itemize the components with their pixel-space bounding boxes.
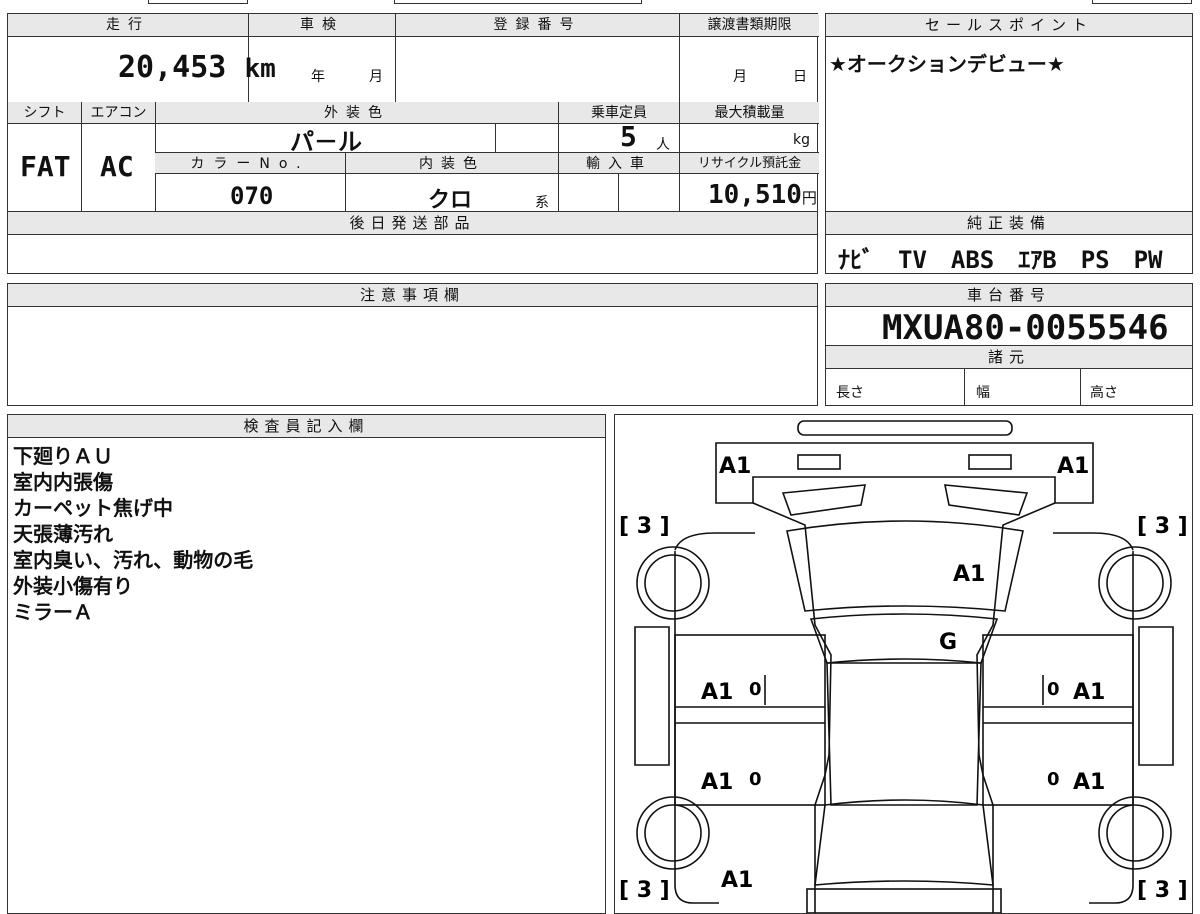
label-front-right: A1 xyxy=(1057,454,1089,479)
transfer-day: 日 xyxy=(793,69,807,85)
inspector-note: 室内臭い、汚れ、動物の毛 xyxy=(13,548,254,572)
label-door-fr-mark: 0 xyxy=(1047,679,1060,700)
label-bracket-tl: [ 3 ] xyxy=(619,514,670,539)
header-sales-point: セールスポイント xyxy=(826,14,1192,37)
label-door-fr: A1 xyxy=(1073,680,1105,705)
header-notes: 注意事項欄 xyxy=(8,284,817,307)
sales-point-text: ★オークションデビュー★ xyxy=(829,52,1065,76)
inspector-note: 外装小傷有り xyxy=(13,574,133,598)
header-aircon: エアコン xyxy=(81,102,155,124)
spec-length: 長さ xyxy=(836,385,864,401)
chassis-number: MXUA80-0055546 xyxy=(882,308,1169,348)
top-strip-cell xyxy=(1092,0,1192,4)
later-parts-box: 後日発送部品 xyxy=(7,211,818,274)
header-mileage: 走行 xyxy=(8,14,248,37)
header-equipment: 純正装備 xyxy=(826,212,1192,235)
top-strip-cell xyxy=(394,0,642,4)
inspector-box: 検査員記入欄 下廻りＡＵ 室内内張傷 カーペット焦げ中 天張薄汚れ 室内臭い、汚… xyxy=(7,414,606,914)
header-max-load: 最大積載量 xyxy=(679,102,819,124)
header-import: 輸入車 xyxy=(558,152,679,174)
spec-width: 幅 xyxy=(976,385,990,401)
header-exterior-color: 外装色 xyxy=(155,102,558,124)
notes-box: 注意事項欄 xyxy=(7,283,818,406)
inspector-note: 下廻りＡＵ xyxy=(13,444,113,468)
label-bracket-tr: [ 3 ] xyxy=(1137,514,1188,539)
label-bracket-bl: [ 3 ] xyxy=(619,878,670,903)
label-hood: A1 xyxy=(953,562,985,587)
header-color-no: カラーNo. xyxy=(155,152,345,174)
mileage-value: 20,453 km xyxy=(118,50,276,85)
header-shift: シフト xyxy=(8,102,81,124)
aircon-value: AC xyxy=(100,150,134,183)
max-load-unit: kg xyxy=(793,132,810,148)
inspector-note: ミラーＡ xyxy=(13,600,93,624)
capacity-unit: 人 xyxy=(656,137,670,153)
vehicle-info-table: 走行 車検 登録番号 譲渡書類期限 20,453 km 年 月 月 日 シフト … xyxy=(7,13,819,213)
header-shaken: 車検 xyxy=(248,14,395,37)
inspector-note: カーペット焦げ中 xyxy=(13,496,173,520)
sales-point-box: セールスポイント ★オークションデビュー★ xyxy=(825,13,1193,212)
car-damage-diagram: A1 A1 [ 3 ] [ 3 ] [ 3 ] [ 3 ] A1 G A1 0 … xyxy=(619,420,1188,913)
inspector-note: 天張薄汚れ xyxy=(13,522,113,546)
color-no-value: 070 xyxy=(230,182,274,210)
header-registration: 登録番号 xyxy=(395,14,679,37)
recycle-value: 10,510円 xyxy=(708,180,817,210)
header-recycle: リサイクル預託金 xyxy=(679,152,819,174)
label-door-rr-mark: 0 xyxy=(1047,769,1060,790)
top-strip-cell xyxy=(148,0,248,4)
label-windshield: G xyxy=(939,630,957,655)
header-inspector: 検査員記入欄 xyxy=(8,415,605,438)
header-later-parts: 後日発送部品 xyxy=(8,212,817,235)
interior-color-value: クロ xyxy=(428,188,473,213)
capacity-value: 5 xyxy=(620,120,637,153)
inspector-note: 室内内張傷 xyxy=(13,470,113,494)
label-door-rl-mark: 0 xyxy=(749,769,762,790)
equipment-text: ﾅﾋﾞ TV ABS ｴｱB PS PW xyxy=(838,246,1163,274)
equipment-box: 純正装備 ﾅﾋﾞ TV ABS ｴｱB PS PW xyxy=(825,211,1193,274)
chassis-box: 車台番号 MXUA80-0055546 諸元 長さ 幅 高さ xyxy=(825,283,1193,406)
label-door-fl: A1 xyxy=(701,680,733,705)
header-transfer-deadline: 譲渡書類期限 xyxy=(679,14,819,37)
label-door-rr: A1 xyxy=(1073,770,1105,795)
header-spec: 諸元 xyxy=(826,345,1192,369)
car-diagram-box: A1 A1 [ 3 ] [ 3 ] [ 3 ] [ 3 ] A1 G A1 0 … xyxy=(614,414,1193,914)
header-interior-color: 内装色 xyxy=(345,152,558,174)
shaken-month: 月 xyxy=(369,69,383,85)
label-rear: A1 xyxy=(721,868,753,893)
label-door-fl-mark: 0 xyxy=(749,679,762,700)
shaken-year: 年 xyxy=(311,69,325,85)
label-door-rl: A1 xyxy=(701,770,733,795)
label-front-left: A1 xyxy=(719,454,751,479)
transfer-month: 月 xyxy=(733,69,747,85)
header-capacity: 乗車定員 xyxy=(558,102,679,124)
spec-height: 高さ xyxy=(1090,385,1118,401)
label-bracket-br: [ 3 ] xyxy=(1137,878,1188,903)
header-chassis: 車台番号 xyxy=(826,284,1192,307)
inspector-notes-list: 下廻りＡＵ 室内内張傷 カーペット焦げ中 天張薄汚れ 室内臭い、汚れ、動物の毛 … xyxy=(13,443,253,625)
interior-color-suffix: 系 xyxy=(535,195,549,211)
shift-value: FAT xyxy=(20,150,71,183)
